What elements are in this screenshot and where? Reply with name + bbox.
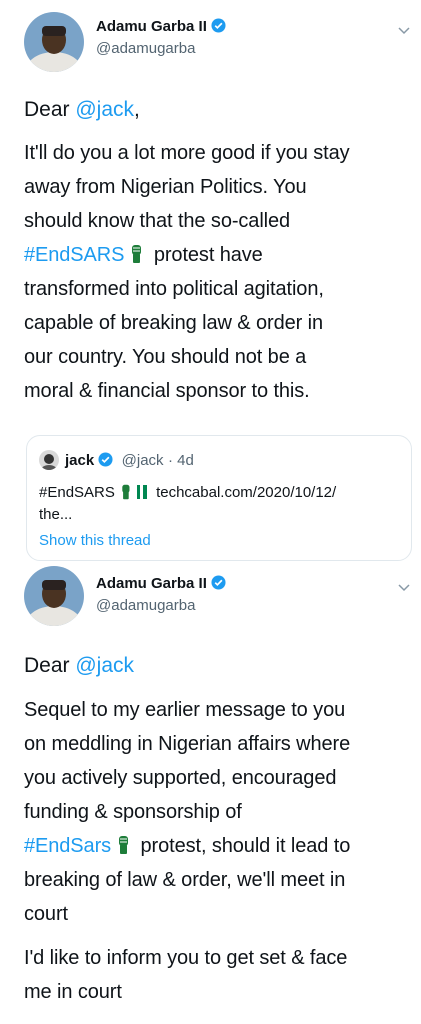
- quoted-hashtag[interactable]: #EndSARS: [39, 484, 115, 501]
- author-name-row[interactable]: Adamu Garba II: [96, 18, 226, 36]
- raised-fist-icon: [122, 484, 130, 500]
- verified-badge-icon: [211, 18, 226, 33]
- tweet-line-rest: protest have: [148, 244, 263, 266]
- author-name[interactable]: Adamu Garba II: [96, 18, 207, 35]
- tweet-line: breaking of law & order, we'll meet in: [24, 869, 346, 891]
- hashtag-link[interactable]: #EndSars: [24, 835, 111, 857]
- mention-link[interactable]: @jack: [75, 98, 134, 121]
- quoted-text: #EndSARS techcabal.com/2020/10/12/: [39, 482, 336, 504]
- tweet-line: It'll do you a lot more good if you stay: [24, 142, 350, 164]
- tweet-line: away from Nigerian Politics. You: [24, 176, 307, 198]
- chevron-down-icon[interactable]: [396, 22, 412, 38]
- chevron-down-icon[interactable]: [396, 579, 412, 595]
- tweet-line: Sequel to my earlier message to you: [24, 699, 346, 721]
- tweet-line: our country. You should not be a: [24, 346, 307, 368]
- author-avatar[interactable]: [24, 566, 84, 626]
- tweet-line: you actively supported, encouraged: [24, 767, 337, 789]
- tweet-line: #EndSars protest, should it lead to: [24, 829, 416, 863]
- author-name-row[interactable]: Adamu Garba II: [96, 575, 226, 593]
- raised-fist-icon: [119, 836, 129, 854]
- tweet-line: capable of breaking law & order in: [24, 312, 324, 334]
- tweet-line: I'd like to inform you to get set & face: [24, 947, 348, 969]
- tweet-line: #EndSARS protest have: [24, 238, 414, 272]
- raised-fist-icon: [132, 245, 142, 263]
- tweet-text: Sequel to my earlier message to you on m…: [24, 693, 416, 1009]
- author-handle[interactable]: @adamugarba: [96, 597, 195, 614]
- verified-badge-icon: [211, 575, 226, 590]
- tweet-line-rest: protest, should it lead to: [135, 835, 351, 857]
- greeting-text: Dear: [24, 98, 76, 121]
- show-thread-link[interactable]: Show this thread: [39, 532, 151, 549]
- verified-badge-icon: [98, 452, 113, 467]
- tweet-line: funding & sponsorship of: [24, 801, 242, 823]
- mention-link[interactable]: @jack: [75, 654, 134, 677]
- quoted-ellipsis: the...: [39, 506, 73, 523]
- greeting-text: Dear: [24, 654, 76, 677]
- tweet-line: moral & financial sponsor to this.: [24, 380, 310, 402]
- author-avatar[interactable]: [24, 12, 84, 72]
- quoted-timestamp[interactable]: · 4d: [168, 452, 194, 469]
- greeting-punct: ,: [134, 98, 140, 121]
- quoted-author-handle[interactable]: @jack: [122, 452, 164, 469]
- quoted-link[interactable]: techcabal.com/2020/10/12/: [156, 484, 336, 501]
- tweet-line: court: [24, 903, 68, 925]
- tweet-line: transformed into political agitation,: [24, 278, 324, 300]
- tweet-line: should know that the so-called: [24, 210, 291, 232]
- author-handle[interactable]: @adamugarba: [96, 40, 195, 57]
- tweet-text: It'll do you a lot more good if you stay…: [24, 136, 414, 408]
- quoted-tweet-card[interactable]: jack @jack · 4d #EndSARS techcabal.com/2…: [26, 435, 412, 561]
- nigeria-flag-icon: [136, 484, 147, 499]
- tweet-greeting: Dear @jack: [24, 652, 134, 680]
- quoted-author-row: jack @jack · 4d: [65, 452, 194, 470]
- tweet-greeting: Dear @jack,: [24, 96, 140, 124]
- author-name[interactable]: Adamu Garba II: [96, 575, 207, 592]
- quoted-avatar[interactable]: [39, 450, 59, 470]
- tweet-line: me in court: [24, 981, 122, 1003]
- quoted-author-name[interactable]: jack: [65, 452, 94, 469]
- tweet-line: on meddling in Nigerian affairs where: [24, 733, 351, 755]
- hashtag-link[interactable]: #EndSARS: [24, 244, 124, 266]
